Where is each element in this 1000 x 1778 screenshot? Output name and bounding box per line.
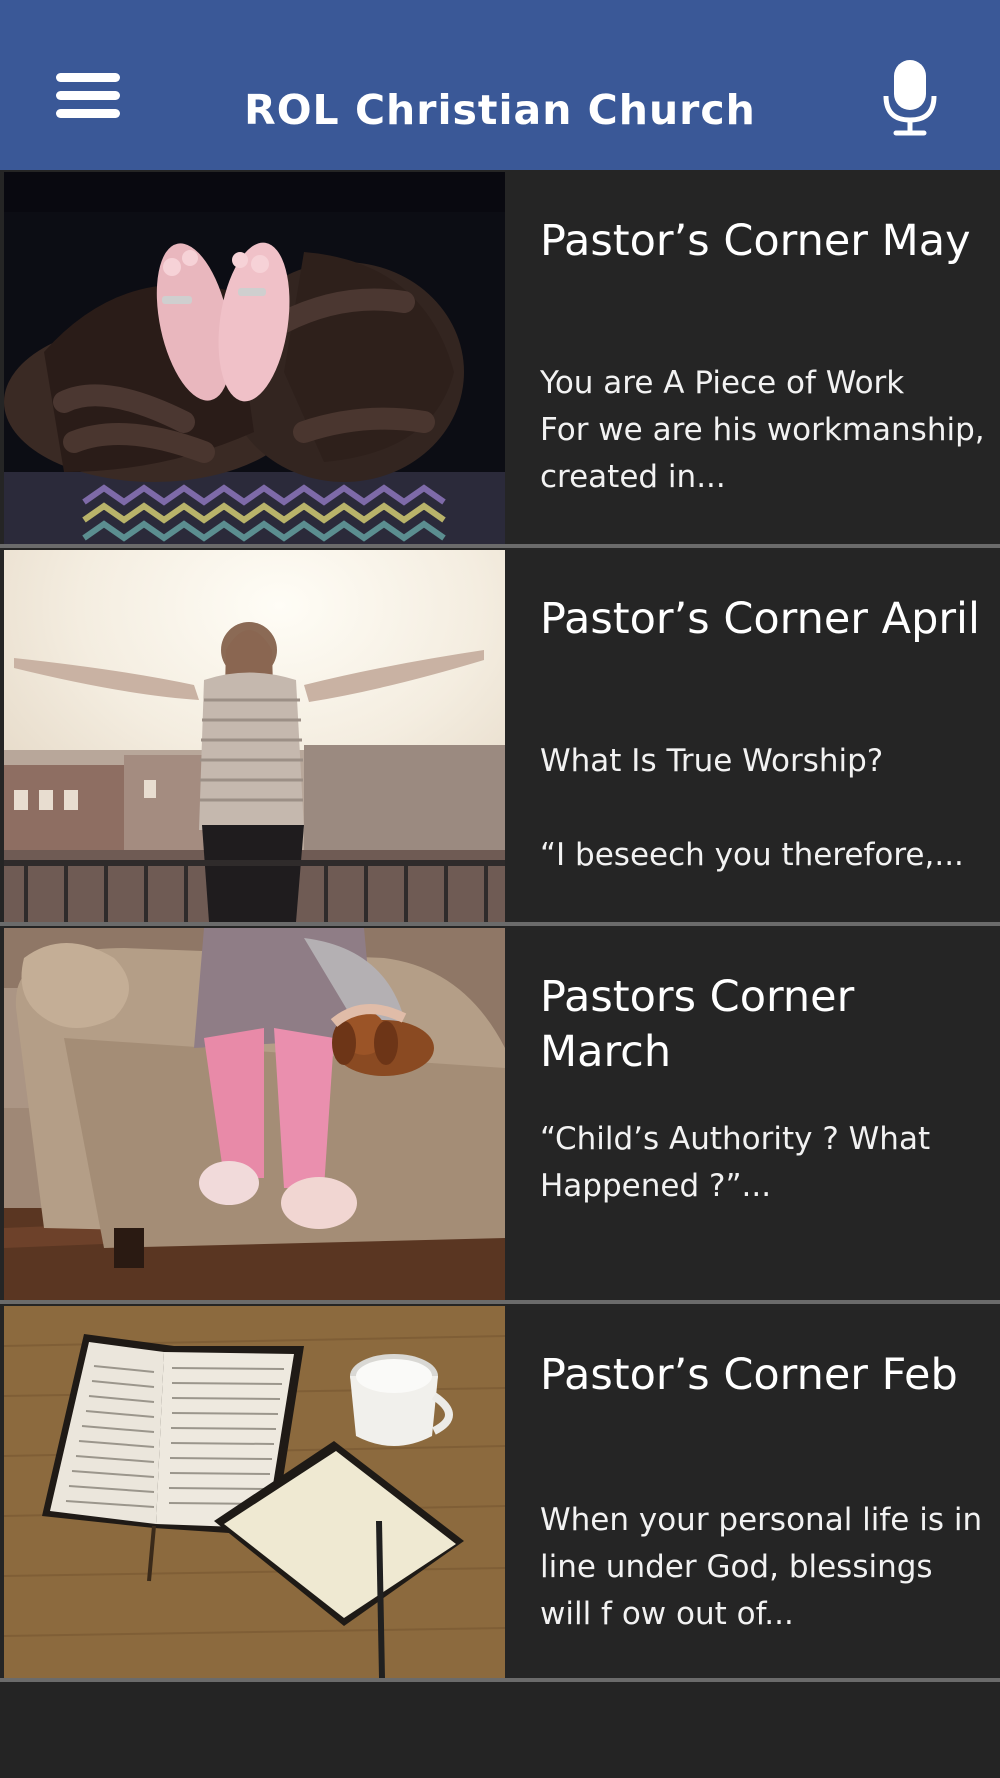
parents-hands-holding-baby-feet-image [4, 172, 505, 544]
post-thumbnail [4, 172, 505, 544]
post-thumbnail [4, 1306, 505, 1678]
post-card[interactable]: Pastors Corner March “Child’s Authority … [0, 926, 1000, 1300]
app-title: ROL Christian Church [244, 86, 756, 134]
post-thumbnail [4, 550, 505, 922]
microphone-icon[interactable] [880, 58, 940, 136]
post-excerpt: What Is True Worship? “I beseech you the… [540, 743, 964, 873]
child-on-sofa-with-puppy-image [4, 928, 505, 1300]
post-thumbnail [4, 928, 505, 1300]
post-title: Pastor’s Corner May [540, 216, 971, 266]
divider [0, 1678, 1000, 1682]
menu-bar-line [56, 73, 120, 82]
post-excerpt: “Child’s Authority ? What Happened ?”... [540, 1121, 931, 1204]
post-excerpt: When your personal life is in line under… [540, 1502, 983, 1632]
menu-bar-line [56, 109, 120, 118]
post-title: Pastor’s Corner April [540, 594, 980, 644]
post-card[interactable]: Pastor’s Corner April What Is True Worsh… [0, 548, 1000, 922]
post-title: Pastor’s Corner Feb [540, 1350, 958, 1400]
post-card[interactable]: Pastor’s Corner May You are A Piece of W… [0, 170, 1000, 544]
menu-bar-line [56, 91, 120, 100]
hamburger-menu-icon[interactable] [52, 68, 122, 128]
woman-arms-outstretched-at-sunrise-image [4, 550, 505, 922]
post-card[interactable]: Pastor’s Corner Feb When your personal l… [0, 1304, 1000, 1678]
open-bible-notebook-and-cup-image [4, 1306, 505, 1678]
post-title: Pastors Corner March [540, 972, 855, 1077]
post-excerpt: You are A Piece of Work For we are his w… [540, 365, 985, 495]
app-bar: ROL Christian Church [0, 0, 1000, 170]
